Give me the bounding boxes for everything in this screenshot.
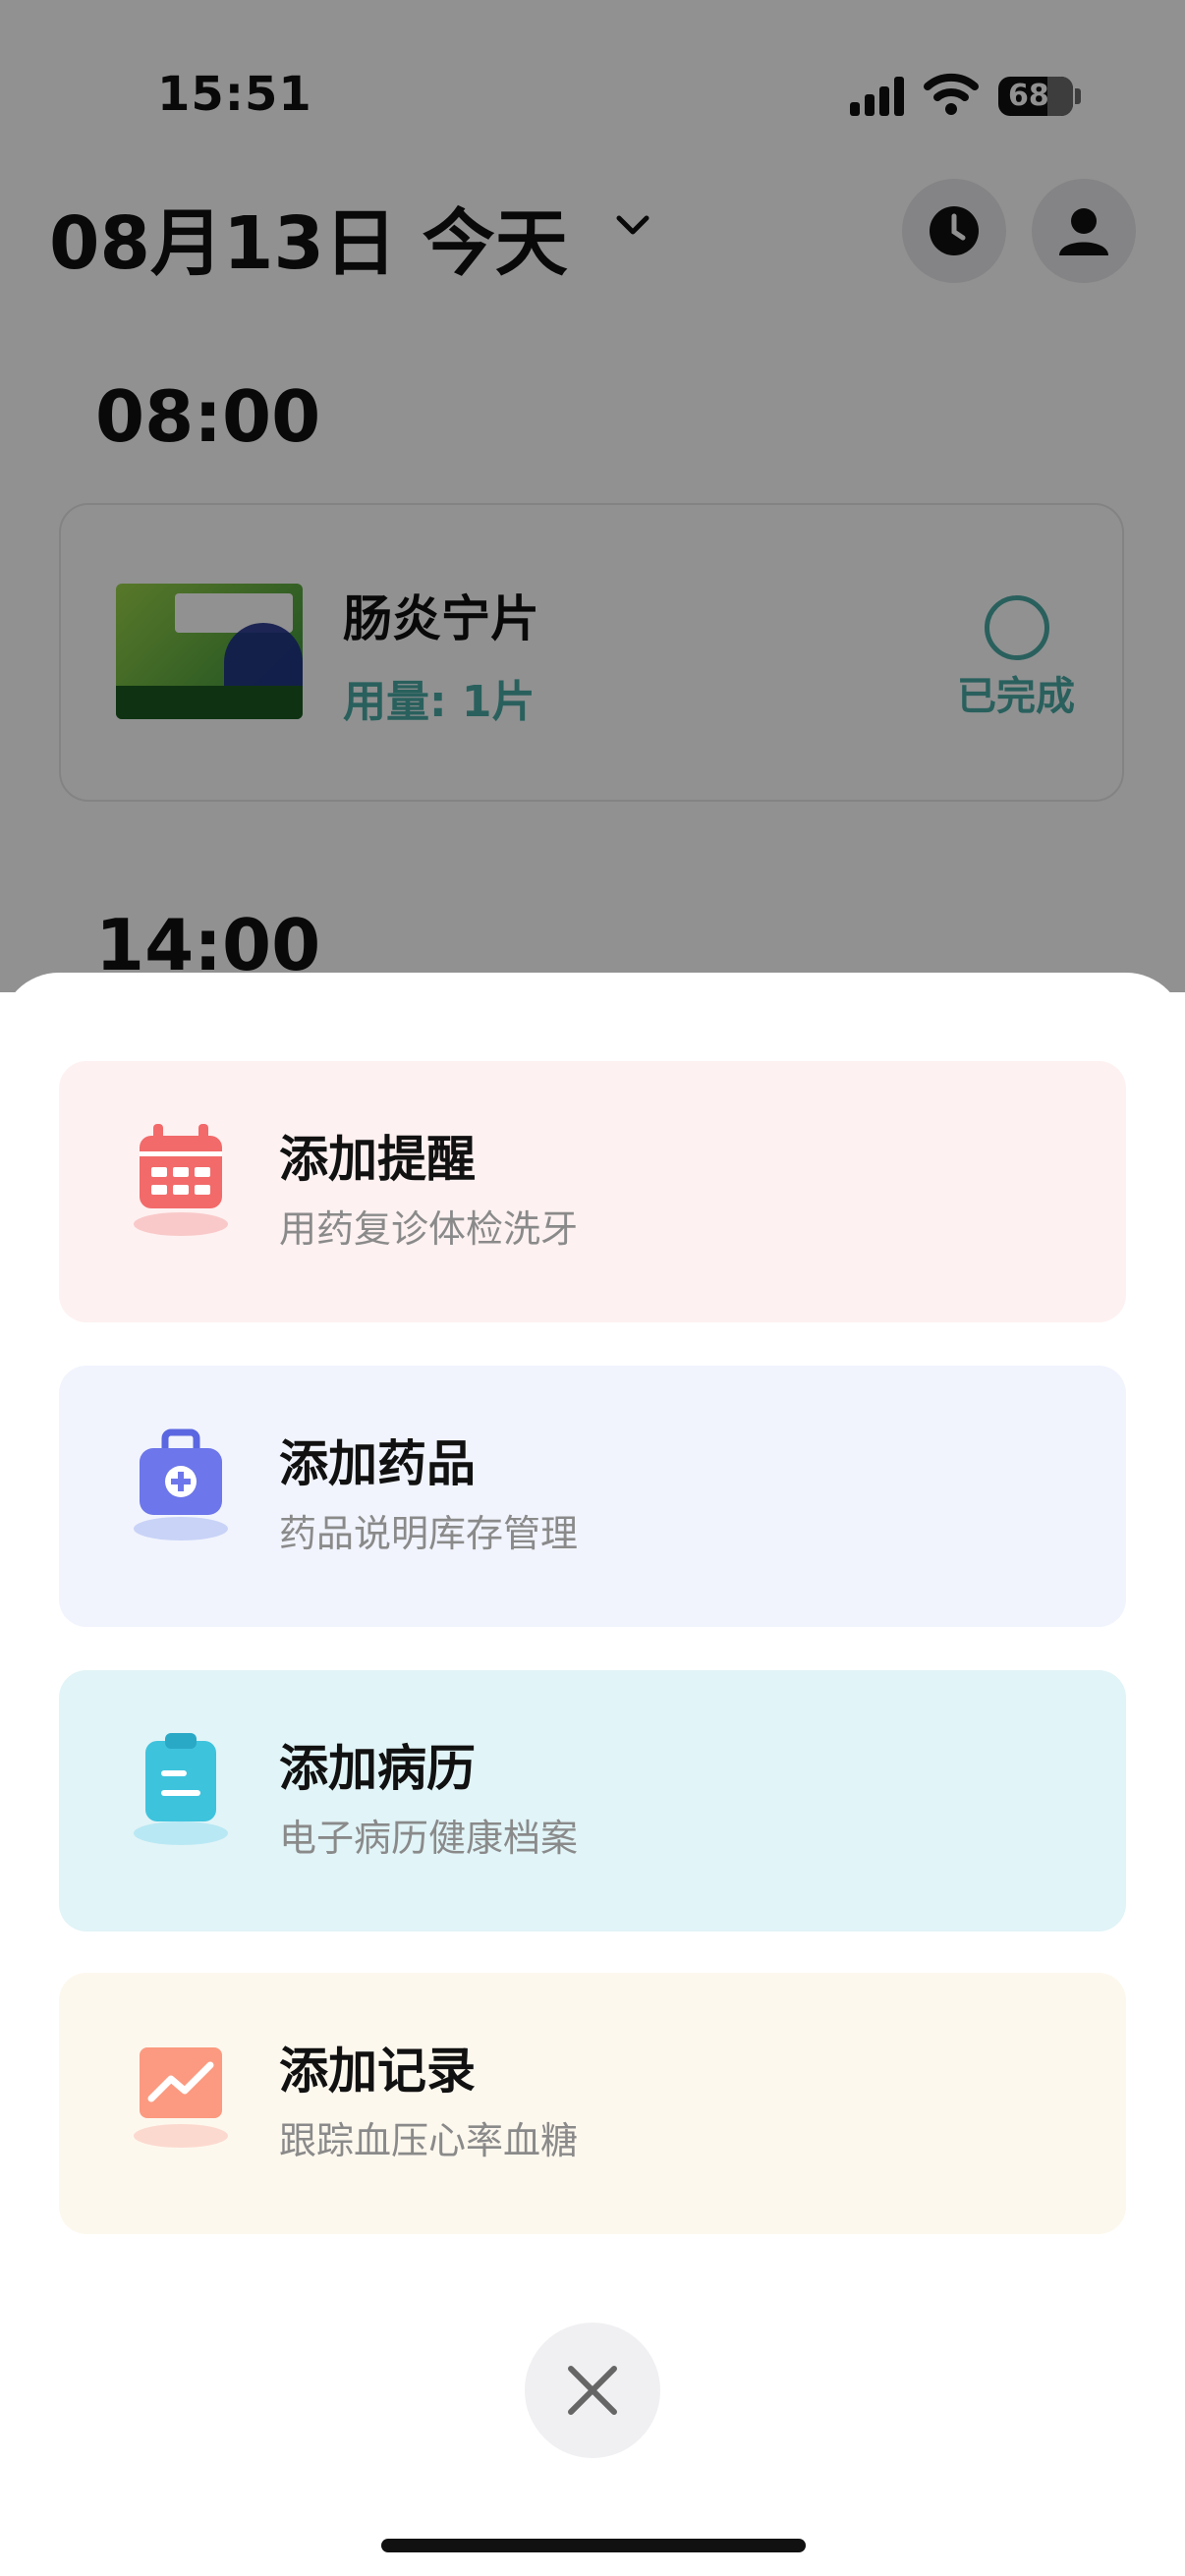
option-title: 添加病历 <box>279 1740 476 1797</box>
medicine-kit-icon <box>134 1428 228 1540</box>
option-subtitle: 药品说明库存管理 <box>279 1512 579 1555</box>
add-reminder-option[interactable]: 添加提醒 用药复诊体检洗牙 <box>59 1061 1126 1322</box>
close-icon <box>568 2366 617 2415</box>
add-medical-record-option[interactable]: 添加病历 电子病历健康档案 <box>59 1670 1126 1932</box>
close-sheet-button[interactable] <box>525 2323 660 2458</box>
option-title: 添加记录 <box>279 2043 476 2100</box>
calendar-icon <box>134 1124 228 1236</box>
option-subtitle: 跟踪血压心率血糖 <box>279 2119 579 2162</box>
option-title: 添加提醒 <box>279 1131 476 1188</box>
option-subtitle: 电子病历健康档案 <box>279 1817 579 1860</box>
option-title: 添加药品 <box>279 1435 476 1492</box>
home-indicator[interactable] <box>381 2539 806 2552</box>
clipboard-icon <box>134 1733 228 1845</box>
add-medicine-option[interactable]: 添加药品 药品说明库存管理 <box>59 1366 1126 1627</box>
option-subtitle: 用药复诊体检洗牙 <box>279 1207 579 1251</box>
chart-trend-icon <box>134 2047 228 2148</box>
add-health-log-option[interactable]: 添加记录 跟踪血压心率血糖 <box>59 1973 1126 2234</box>
modal-overlay[interactable] <box>0 0 1185 992</box>
